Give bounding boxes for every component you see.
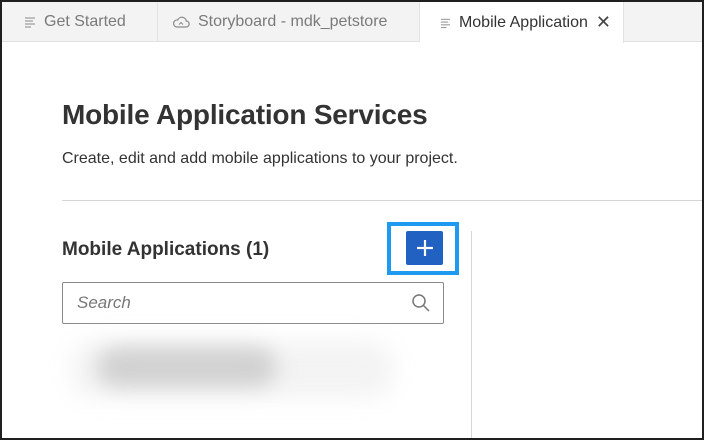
- tab-get-started[interactable]: Get Started: [2, 2, 158, 42]
- divider: [62, 200, 702, 201]
- tab-storyboard[interactable]: Storyboard - mdk_petstore: [158, 2, 420, 42]
- window: Get Started Storyboard - mdk_petstore Mo…: [0, 0, 704, 440]
- tab-bar: Get Started Storyboard - mdk_petstore Mo…: [2, 2, 702, 43]
- close-icon[interactable]: ✕: [596, 12, 611, 33]
- plus-icon: [416, 240, 433, 256]
- page-title: Mobile Application Services: [62, 99, 428, 130]
- tab-mobile-application[interactable]: Mobile Application ✕: [420, 2, 624, 43]
- list-item[interactable]: [97, 347, 277, 387]
- page-subtitle: Create, edit and add mobile applications…: [62, 150, 458, 167]
- add-application-button[interactable]: [406, 231, 443, 265]
- search-box: [62, 282, 444, 324]
- search-input[interactable]: [63, 283, 411, 323]
- tab-label: Get Started: [44, 13, 126, 30]
- tab-label: Storyboard - mdk_petstore: [198, 13, 388, 30]
- lines-icon: [440, 18, 451, 28]
- search-icon[interactable]: [411, 293, 431, 313]
- tab-label: Mobile Application: [458, 13, 588, 31]
- cloud-icon: [173, 16, 190, 28]
- mobile-applications-heading: Mobile Applications (1): [62, 239, 270, 260]
- lines-icon: [25, 17, 35, 28]
- vertical-divider: [471, 231, 472, 438]
